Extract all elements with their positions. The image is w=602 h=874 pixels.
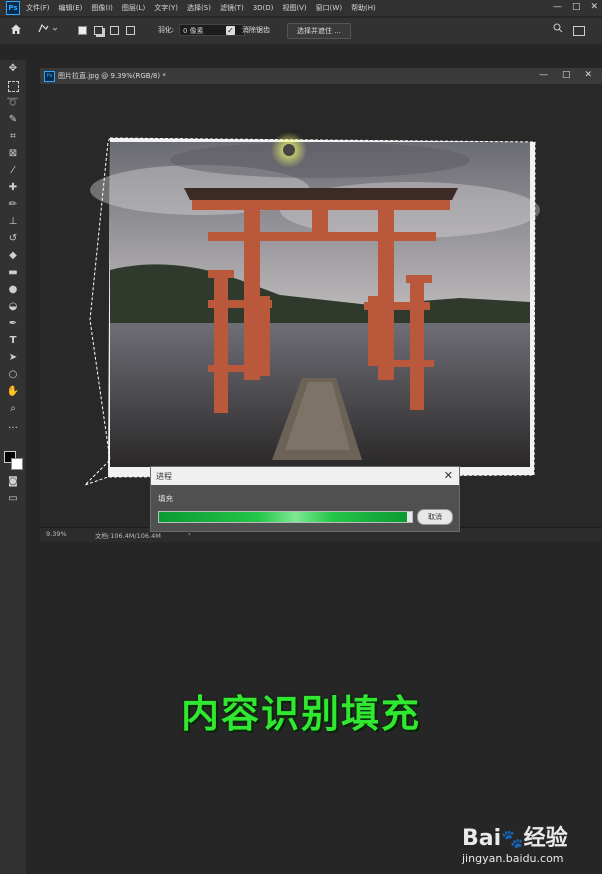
- canvas[interactable]: [80, 120, 550, 495]
- menu-view[interactable]: 视图(V): [282, 3, 306, 13]
- menu-file[interactable]: 文件(F): [26, 3, 50, 13]
- blur-tool-icon[interactable]: ●: [6, 283, 20, 297]
- marquee-tool-icon[interactable]: [6, 79, 20, 93]
- doc-minimize-button[interactable]: —: [539, 70, 548, 80]
- menu-window[interactable]: 窗口(W): [316, 3, 342, 13]
- caption-text: 内容识别填充: [180, 692, 421, 736]
- search-icon[interactable]: [552, 23, 564, 37]
- progress-dialog: 进程 ✕ 填充 取消: [150, 466, 460, 532]
- subtract-selection-icon[interactable]: [108, 23, 120, 37]
- screen-mode-icon[interactable]: ▭: [6, 492, 20, 506]
- more-tools-icon[interactable]: …: [6, 419, 20, 433]
- eraser-tool-icon[interactable]: ◆: [6, 249, 20, 263]
- document-title: 图片拉直.jpg @ 9.39%(RGB/8) *: [58, 72, 166, 80]
- progress-label: 填充: [158, 494, 173, 503]
- lasso-tool-icon[interactable]: ➰: [6, 96, 20, 110]
- watermark-brand: Bai🐾经验: [462, 826, 568, 851]
- menu-bar: Ps 文件(F) 编辑(E) 图像(I) 图层(L) 文字(Y) 选择(S) 滤…: [0, 0, 602, 16]
- document-tab[interactable]: Ps 图片拉直.jpg @ 9.39%(RGB/8) * — □ ✕: [40, 68, 602, 84]
- hand-tool-icon[interactable]: ✋: [6, 385, 20, 399]
- history-brush-icon[interactable]: ↺: [6, 232, 20, 246]
- crop-tool-icon[interactable]: ⌗: [6, 130, 20, 144]
- gradient-tool-icon[interactable]: ▬: [6, 266, 20, 280]
- doc-close-button[interactable]: ✕: [584, 70, 592, 80]
- frame-tool-icon[interactable]: ⊠: [6, 147, 20, 161]
- brush-tool-icon[interactable]: ✏: [6, 198, 20, 212]
- close-icon[interactable]: ✕: [444, 469, 453, 483]
- menu-3d[interactable]: 3D(D): [253, 4, 274, 12]
- close-app-button[interactable]: ✕: [590, 2, 598, 12]
- pen-tool-icon[interactable]: ✒: [6, 317, 20, 331]
- photoshop-logo-icon: Ps: [6, 1, 20, 15]
- clone-stamp-icon[interactable]: ⊥: [6, 215, 20, 229]
- menu-select[interactable]: 选择(S): [187, 3, 211, 13]
- background-color-swatch[interactable]: [11, 458, 23, 470]
- watermark-url: jingyan.baidu.com: [462, 852, 564, 865]
- home-icon[interactable]: [8, 23, 24, 37]
- add-selection-icon[interactable]: [92, 23, 104, 37]
- workspace-icon[interactable]: [572, 23, 586, 37]
- feather-label: 羽化:: [157, 26, 175, 34]
- tools-panel: ✥ ➰ ✎ ⌗ ⊠ ⁄ ✚ ✏ ⊥ ↺ ◆ ▬ ● ◒ ✒ T ➤ ○ ✋ ⌕ …: [0, 60, 26, 874]
- dialog-titlebar: 进程 ✕: [151, 467, 459, 485]
- dodge-tool-icon[interactable]: ◒: [6, 300, 20, 314]
- path-select-tool-icon[interactable]: ➤: [6, 351, 20, 365]
- antialias-label: 消除锯齿: [242, 26, 270, 34]
- intersect-selection-icon[interactable]: [124, 23, 136, 37]
- menu-layer[interactable]: 图层(L): [122, 3, 145, 13]
- antialias-checkbox[interactable]: ✓: [226, 26, 235, 35]
- app-window-controls: — □ ✕: [553, 2, 598, 12]
- type-tool-icon[interactable]: T: [6, 334, 20, 348]
- shape-tool-icon[interactable]: ○: [6, 368, 20, 382]
- minimize-button[interactable]: —: [553, 2, 562, 12]
- zoom-tool-icon[interactable]: ⌕: [6, 402, 20, 416]
- feather-input[interactable]: 0 像素: [179, 24, 245, 36]
- healing-brush-icon[interactable]: ✚: [6, 181, 20, 195]
- select-and-mask-button[interactable]: 选择并遮住 ...: [287, 23, 351, 39]
- dialog-title: 进程: [156, 472, 172, 481]
- baidu-watermark: Bai🐾经验 jingyan.baidu.com: [462, 808, 592, 868]
- options-bar: 羽化: 0 像素 ✓ 消除锯齿 选择并遮住 ...: [0, 17, 602, 44]
- doc-maximize-button[interactable]: □: [562, 70, 571, 80]
- new-selection-icon[interactable]: [76, 23, 88, 37]
- menu-help[interactable]: 帮助(H): [351, 3, 376, 13]
- eyedropper-tool-icon[interactable]: ⁄: [6, 164, 20, 178]
- busy-cursor-icon: [283, 144, 295, 156]
- quick-select-tool-icon[interactable]: ✎: [6, 113, 20, 127]
- progress-bar: [158, 511, 413, 523]
- maximize-button[interactable]: □: [572, 2, 581, 12]
- menu-filter[interactable]: 滤镜(T): [220, 3, 244, 13]
- cancel-button[interactable]: 取消: [417, 509, 453, 525]
- document-window-controls: — □ ✕: [539, 70, 592, 80]
- menu-image[interactable]: 图像(I): [91, 3, 113, 13]
- quick-mask-icon[interactable]: ◙: [6, 475, 20, 489]
- progress-fill: [159, 512, 407, 522]
- lasso-tool-icon[interactable]: [36, 23, 60, 37]
- menu-edit[interactable]: 编辑(E): [59, 3, 83, 13]
- photo-image: [90, 142, 540, 467]
- ps-file-icon: Ps: [44, 71, 55, 82]
- zoom-level[interactable]: 9.39%: [46, 530, 67, 538]
- move-tool-icon[interactable]: ✥: [6, 62, 20, 76]
- menu-type[interactable]: 文字(Y): [154, 3, 178, 13]
